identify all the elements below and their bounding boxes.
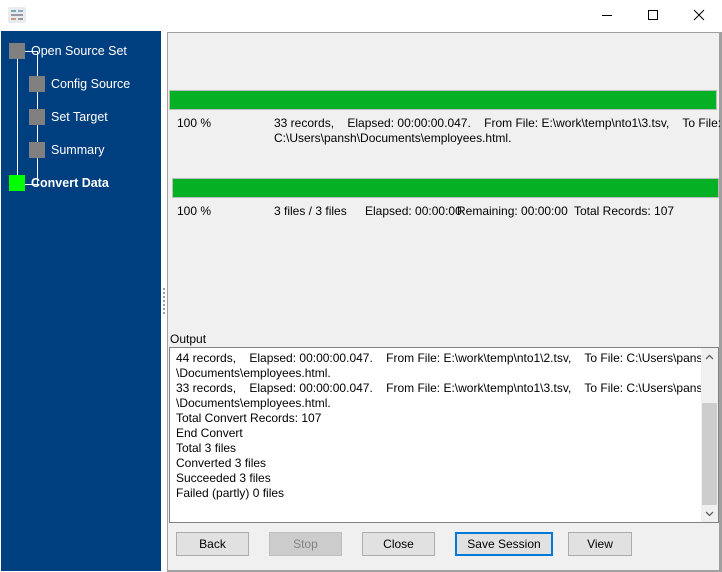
step-status-icon [29, 76, 45, 92]
step-label: Summary [51, 143, 105, 157]
total-elapsed: Elapsed: 00:00:00 [365, 204, 462, 218]
scroll-up-button[interactable] [701, 348, 718, 365]
total-progress-bar [172, 178, 719, 198]
output-line: Converted 3 files [176, 456, 267, 470]
scroll-thumb[interactable] [702, 403, 717, 505]
total-progress-percent: 100 % [177, 204, 212, 218]
output-line: \Documents\employees.html. [176, 366, 331, 380]
output-line: Failed (partly) 0 files [176, 486, 285, 500]
back-button[interactable]: Back [176, 532, 249, 556]
view-button[interactable]: View [568, 532, 632, 556]
output-line: \Documents\employees.html. [176, 396, 331, 410]
tree-connector [17, 51, 18, 184]
close-button[interactable]: Close [362, 532, 435, 556]
output-line: Total Convert Records: 107 [176, 411, 322, 425]
step-open-source-set[interactable]: Open Source Set [9, 43, 127, 59]
step-status-icon [29, 142, 45, 158]
output-log[interactable]: 44 records, Elapsed: 00:00:00.047. From … [169, 347, 719, 523]
step-summary[interactable]: Summary [29, 142, 104, 158]
step-convert-data[interactable]: Convert Data [9, 175, 109, 191]
step-label: Set Target [51, 110, 108, 124]
scroll-down-button[interactable] [701, 505, 718, 522]
splitter-handle[interactable] [163, 288, 165, 314]
total-remaining: Remaining: 00:00:00 [457, 204, 568, 218]
minimize-icon [602, 15, 612, 16]
output-scrollbar[interactable] [701, 348, 718, 522]
step-label: Convert Data [31, 176, 109, 190]
file-progress-percent: 100 % [177, 116, 212, 130]
stop-button[interactable]: Stop [269, 532, 342, 556]
output-line: Succeeded 3 files [176, 471, 271, 485]
output-lines: 44 records, Elapsed: 00:00:00.047. From … [176, 351, 710, 501]
step-status-icon [9, 43, 25, 59]
file-progress-detail-line1: 33 records, Elapsed: 00:00:00.047. From … [274, 116, 722, 130]
total-files-count: 3 files / 3 files [274, 204, 347, 218]
chevron-up-icon [705, 354, 714, 359]
save-session-button[interactable]: Save Session [455, 532, 553, 556]
close-window-button[interactable] [676, 0, 722, 30]
app-icon [8, 7, 26, 23]
output-line: Total 3 files [176, 441, 237, 455]
convert-panel: 100 % 33 records, Elapsed: 00:00:00.047.… [167, 32, 722, 572]
step-config-source[interactable]: Config Source [29, 76, 130, 92]
file-progress-bar [169, 90, 717, 110]
step-label: Config Source [51, 77, 131, 91]
maximize-button[interactable] [630, 0, 676, 30]
chevron-down-icon [705, 511, 714, 516]
minimize-button[interactable] [584, 0, 630, 30]
output-label: Output [170, 332, 207, 346]
wizard-sidebar: Open Source Set Config Source Set Target… [1, 31, 161, 571]
file-progress-detail-line2: C:\Users\pansh\Documents\employees.html. [274, 131, 512, 145]
step-status-icon [29, 109, 45, 125]
step-status-icon [9, 175, 25, 191]
step-label: Open Source Set [31, 44, 127, 58]
maximize-icon [648, 10, 658, 20]
output-line: End Convert [176, 426, 243, 440]
step-set-target[interactable]: Set Target [29, 109, 108, 125]
output-line: 44 records, Elapsed: 00:00:00.047. From … [176, 351, 710, 365]
output-line: 33 records, Elapsed: 00:00:00.047. From … [176, 381, 710, 395]
total-records: Total Records: 107 [574, 204, 675, 218]
close-icon [693, 9, 705, 21]
title-bar [0, 0, 722, 32]
